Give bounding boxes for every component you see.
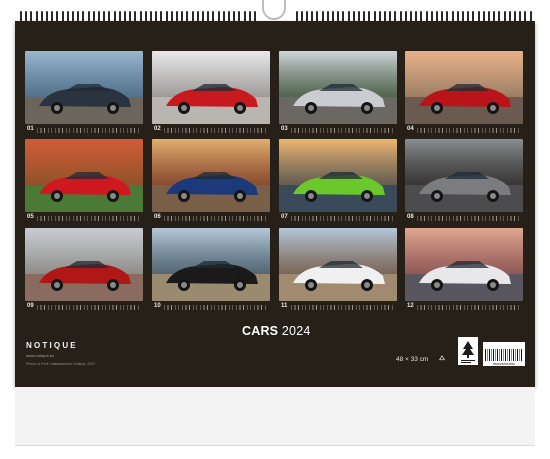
fsc-logo: [458, 337, 478, 365]
day-ticks: [291, 305, 395, 310]
size-label: 48 × 33 cm: [396, 356, 429, 363]
month-strip-11: 11: [279, 301, 397, 311]
barcode-number: 8595230624592: [493, 362, 515, 366]
month-strip-04: 04: [405, 124, 523, 134]
month-number: 08: [407, 214, 414, 220]
month-strip-10: 10: [152, 301, 270, 311]
month-number: 01: [27, 126, 34, 132]
month-photo-09: [25, 228, 143, 301]
month-strip-08: 08: [405, 212, 523, 222]
month-photo-11: [279, 228, 397, 301]
day-ticks: [37, 128, 141, 133]
day-ticks: [37, 305, 141, 310]
day-ticks: [417, 216, 521, 221]
month-number: 12: [407, 303, 414, 309]
brand-logo: NOTIQUE: [26, 341, 78, 350]
recycle-icon: [438, 355, 446, 361]
day-ticks: [291, 128, 395, 133]
day-ticks: [417, 128, 521, 133]
month-strip-06: 06: [152, 212, 270, 222]
car-photo: [152, 139, 270, 212]
month-strip-05: 05: [25, 212, 143, 222]
car-photo: [25, 228, 143, 301]
day-ticks: [291, 216, 395, 221]
month-number: 04: [407, 126, 414, 132]
barcode-bars: [485, 349, 523, 361]
month-strip-03: 03: [279, 124, 397, 134]
month-photo-12: [405, 228, 523, 301]
month-photo-05: [25, 139, 143, 212]
tree-check-icon: [461, 341, 475, 363]
month-number: 02: [154, 126, 161, 132]
title-bold: CARS: [242, 324, 279, 338]
website-text: www.notique.eu: [26, 353, 55, 358]
month-strip-09: 09: [25, 301, 143, 311]
month-number: 10: [154, 303, 161, 309]
day-ticks: [164, 128, 268, 133]
month-photo-04: [405, 51, 523, 124]
calendar-back-page: [15, 387, 535, 446]
month-photo-07: [279, 139, 397, 212]
month-strip-02: 02: [152, 124, 270, 134]
month-number: 09: [27, 303, 34, 309]
credits-text: Photos & Print: Nakladatelství Notique, …: [26, 362, 96, 366]
car-photo: [405, 228, 523, 301]
month-photo-08: [405, 139, 523, 212]
month-photo-06: [152, 139, 270, 212]
month-number: 06: [154, 214, 161, 220]
month-strip-12: 12: [405, 301, 523, 311]
car-photo: [279, 139, 397, 212]
month-number: 05: [27, 214, 34, 220]
car-photo: [25, 51, 143, 124]
month-photo-01: [25, 51, 143, 124]
month-number: 03: [281, 126, 288, 132]
month-number: 07: [281, 214, 288, 220]
month-photo-10: [152, 228, 270, 301]
month-strip-01: 01: [25, 124, 143, 134]
month-photo-02: [152, 51, 270, 124]
month-number: 11: [281, 303, 288, 309]
car-photo: [152, 228, 270, 301]
day-ticks: [164, 216, 268, 221]
car-photo: [152, 51, 270, 124]
calendar-title: CARS 2024: [242, 324, 311, 338]
barcode: 8595230624592: [483, 342, 525, 366]
day-ticks: [37, 216, 141, 221]
car-photo: [405, 51, 523, 124]
car-photo: [279, 51, 397, 124]
month-strip-07: 07: [279, 212, 397, 222]
car-photo: [279, 228, 397, 301]
car-photo: [25, 139, 143, 212]
car-photo: [405, 139, 523, 212]
day-ticks: [164, 305, 268, 310]
month-photo-03: [279, 51, 397, 124]
title-year: 2024: [281, 324, 311, 338]
day-ticks: [417, 305, 521, 310]
